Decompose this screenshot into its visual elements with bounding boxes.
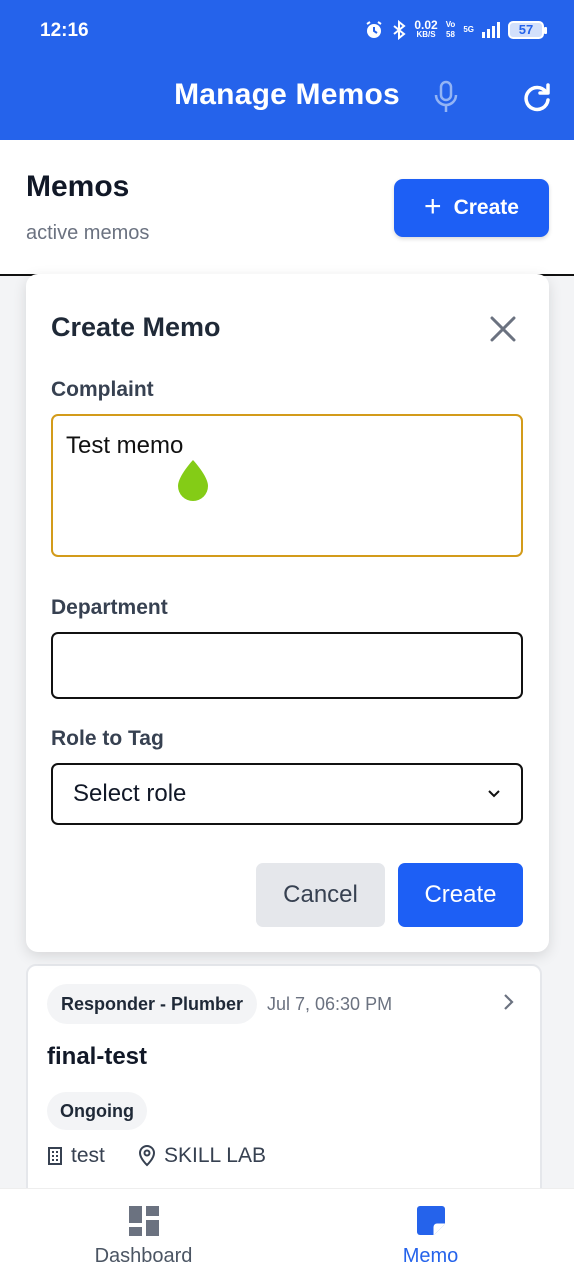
role-select-value: Select role bbox=[73, 780, 187, 807]
create-memo-button[interactable]: + Create bbox=[394, 179, 549, 237]
building-icon bbox=[48, 1147, 62, 1165]
page-subtitle: active memos bbox=[26, 222, 150, 244]
memo-date: Jul 7, 06:30 PM bbox=[267, 994, 393, 1014]
department-input[interactable] bbox=[51, 632, 523, 699]
page-title: Memos bbox=[26, 170, 130, 203]
create-memo-modal: Create Memo Complaint Test memo Departme… bbox=[26, 274, 549, 952]
submit-create-button[interactable]: Create bbox=[398, 863, 523, 927]
status-icons: 0.02 KB/S Vo 58 5G 57 bbox=[364, 18, 547, 40]
modal-title: Create Memo bbox=[51, 312, 221, 342]
app-bar-title: Manage Memos bbox=[174, 78, 400, 111]
department-label: Department bbox=[51, 596, 168, 619]
signal-icon bbox=[482, 22, 500, 38]
complaint-textarea[interactable]: Test memo bbox=[51, 414, 523, 557]
app-bar: 12:16 0.02 KB/S Vo 58 5G 57 Manage Memos bbox=[0, 0, 574, 140]
dashboard-icon bbox=[129, 1206, 159, 1236]
net-speed: 0.02 KB/S bbox=[414, 18, 438, 39]
nav-item-memo[interactable]: Memo bbox=[287, 1189, 574, 1280]
mic-icon[interactable] bbox=[432, 80, 460, 114]
nav-label-memo: Memo bbox=[402, 1245, 459, 1267]
volte-indicator: Vo 58 bbox=[445, 20, 456, 39]
nav-label-dashboard: Dashboard bbox=[94, 1245, 193, 1267]
status-time: 12:16 bbox=[40, 20, 89, 41]
close-icon[interactable] bbox=[488, 314, 518, 344]
memo-card[interactable]: Responder - Plumber Jul 7, 06:30 PM fina… bbox=[26, 964, 542, 1224]
network-type: 5G bbox=[463, 25, 474, 34]
location-pin-icon bbox=[138, 1145, 156, 1167]
memo-title: final-test bbox=[47, 1043, 148, 1070]
nav-item-dashboard[interactable]: Dashboard bbox=[0, 1189, 287, 1280]
cancel-button[interactable]: Cancel bbox=[256, 863, 385, 927]
page-header: Memos active memos + Create bbox=[0, 140, 574, 276]
role-label: Role to Tag bbox=[51, 727, 164, 750]
bottom-nav: Dashboard Memo bbox=[0, 1188, 574, 1280]
refresh-icon[interactable] bbox=[522, 82, 552, 112]
battery-icon: 57 bbox=[508, 21, 547, 39]
complaint-label: Complaint bbox=[51, 378, 154, 401]
plus-icon: + bbox=[424, 189, 442, 223]
bluetooth-icon bbox=[393, 20, 406, 40]
memo-icon bbox=[417, 1206, 445, 1235]
text-cursor-handle-icon[interactable] bbox=[176, 460, 210, 502]
status-bar: 12:16 0.02 KB/S Vo 58 5G 57 bbox=[0, 0, 574, 64]
role-chip: Responder - Plumber bbox=[47, 984, 258, 1024]
memo-location: SKILL LAB bbox=[138, 1144, 266, 1168]
create-memo-label: Create bbox=[453, 196, 519, 219]
role-select[interactable]: Select role bbox=[51, 763, 523, 825]
alarm-icon bbox=[366, 21, 382, 38]
memo-building: test bbox=[47, 1144, 105, 1168]
chevron-right-icon[interactable] bbox=[502, 992, 516, 1012]
status-badge: Ongoing bbox=[47, 1092, 147, 1130]
chevron-down-icon bbox=[488, 790, 500, 798]
